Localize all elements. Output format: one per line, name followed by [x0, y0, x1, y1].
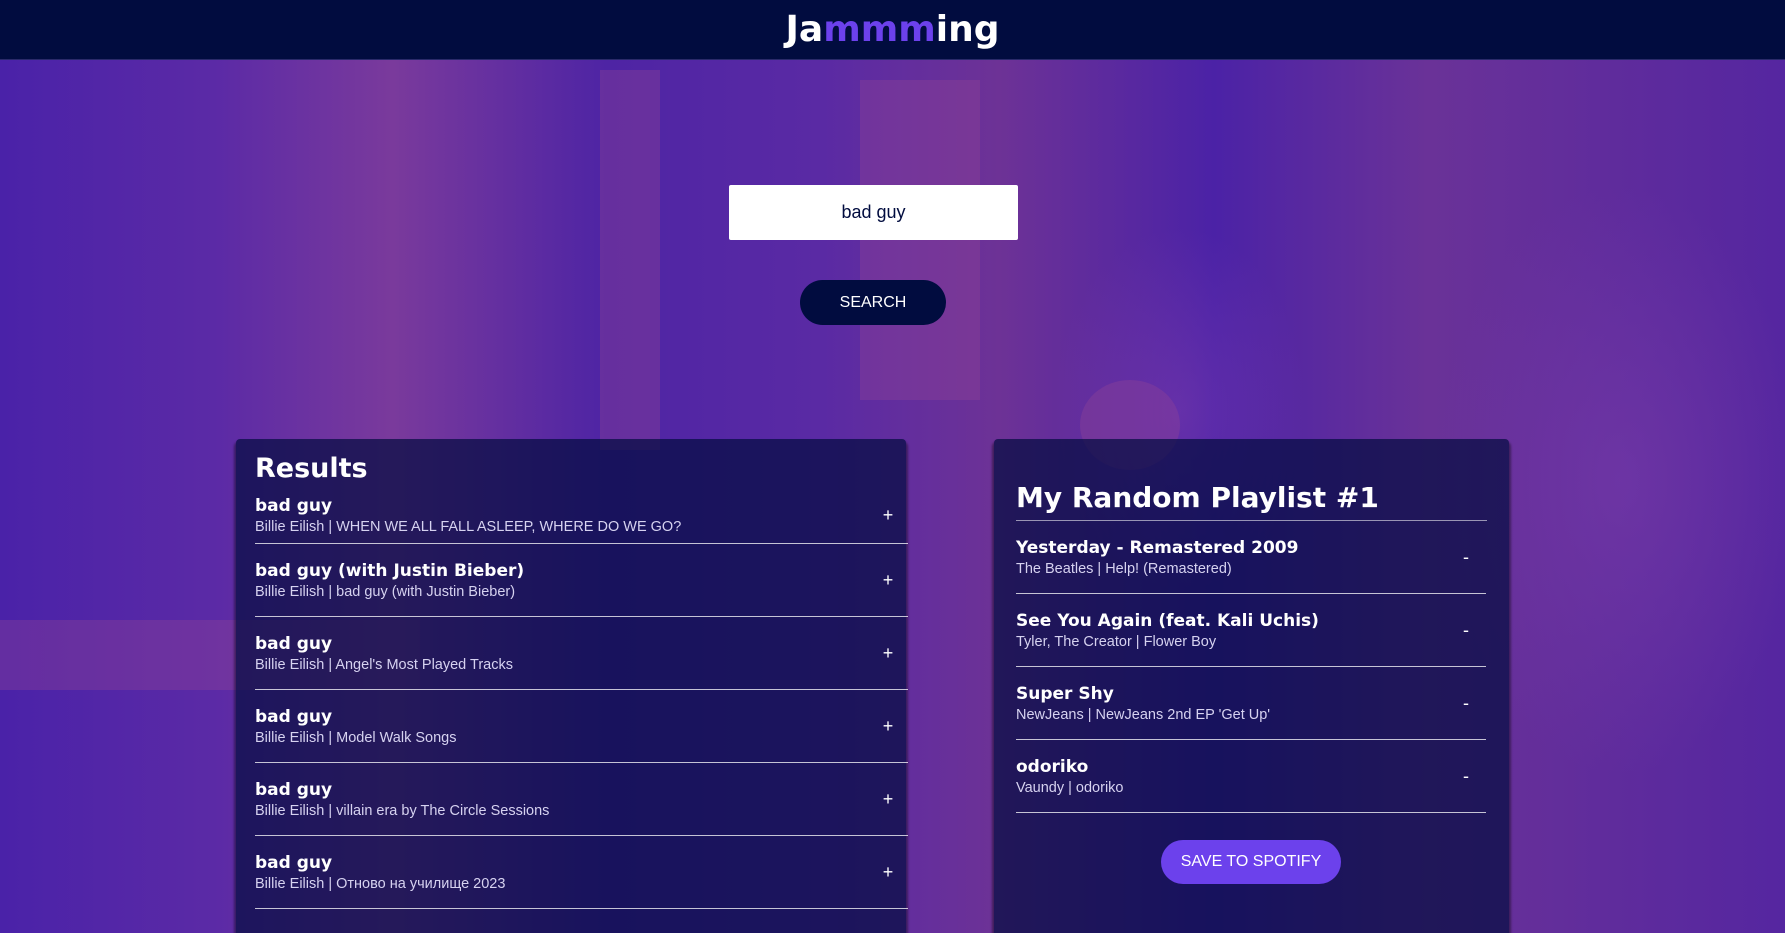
- track-name: Yesterday - Remastered 2009: [1016, 537, 1299, 558]
- minus-icon: -: [1463, 546, 1469, 567]
- background-stripe: [860, 80, 980, 400]
- plus-icon: +: [882, 642, 894, 663]
- track-row: bad guy Billie Eilish | Отново на училище…: [255, 836, 908, 909]
- search-button[interactable]: SEARCH: [800, 280, 946, 325]
- track-row: bad guy Billie Eilish | Angel's Most Play…: [255, 617, 908, 690]
- track-row: Super Shy NewJeans | NewJeans 2nd EP 'Get…: [1016, 667, 1486, 740]
- plus-icon: +: [882, 861, 894, 882]
- plus-track-button[interactable]: +: [870, 708, 906, 744]
- track-artist-album: NewJeans | NewJeans 2nd EP 'Get Up': [1016, 706, 1271, 723]
- track-info: bad guy (with Justin Bieber) Billie Eilis…: [255, 561, 524, 600]
- playlist-panel: My Random Playlist #1 Yesterday - Remast…: [994, 439, 1509, 933]
- track-artist-album: Vaundy | odoriko: [1016, 779, 1124, 796]
- minus-track-button[interactable]: -: [1448, 758, 1484, 794]
- plus-track-button[interactable]: +: [870, 498, 906, 534]
- plus-icon: +: [882, 715, 894, 736]
- save-to-spotify-button[interactable]: SAVE TO SPOTIFY: [1161, 840, 1341, 884]
- track-info: Yesterday - Remastered 2009 The Beatles |…: [1016, 538, 1298, 577]
- minus-icon: -: [1463, 619, 1469, 640]
- playlist-title[interactable]: My Random Playlist #1: [1016, 481, 1487, 521]
- track-info: bad guy Billie Eilish | villain era by Th…: [255, 780, 549, 819]
- minus-icon: -: [1463, 692, 1469, 713]
- minus-track-button[interactable]: -: [1448, 685, 1484, 721]
- track-info: See You Again (feat. Kali Uchis) Tyler, T…: [1016, 611, 1319, 650]
- track-info: bad guy Billie Eilish | Model Walk Songs: [255, 707, 456, 746]
- track-row: bad guy Billie Eilish | Model Walk Songs +: [255, 690, 908, 763]
- track-row: bad guy (with Justin Bieber) Billie Eilis…: [255, 544, 908, 617]
- track-artist-album: The Beatles | Help! (Remastered): [1016, 560, 1232, 577]
- track-info: bad guy Billie Eilish | Отново на училище…: [255, 853, 505, 892]
- track-info: bad guy Billie Eilish | WHEN WE ALL FALL …: [255, 496, 681, 535]
- results-title: Results: [255, 453, 368, 484]
- track-info: Super Shy NewJeans | NewJeans 2nd EP 'Get…: [1016, 684, 1270, 723]
- track-row: bad guy Billie Eilish | WHEN WE ALL FALL …: [255, 488, 908, 544]
- track-name: bad guy: [255, 779, 333, 800]
- background-stripe: [600, 70, 660, 450]
- track-artist-album: Billie Eilish | Model Walk Songs: [255, 729, 457, 746]
- track-name: Super Shy: [1016, 683, 1114, 704]
- logo-suffix: ing: [935, 9, 1000, 50]
- track-artist-album: Billie Eilish | WHEN WE ALL FALL ASLEEP,…: [255, 519, 682, 535]
- track-name: odoriko: [1016, 756, 1089, 777]
- track-name: bad guy (with Justin Bieber): [255, 560, 525, 581]
- minus-track-button[interactable]: -: [1448, 612, 1484, 648]
- track-artist-album: Billie Eilish | villain era by The Circl…: [255, 802, 550, 819]
- logo-prefix: Ja: [785, 9, 824, 50]
- plus-track-button[interactable]: +: [870, 854, 906, 890]
- track-name: bad guy: [255, 496, 333, 516]
- search-input[interactable]: [729, 185, 1018, 240]
- track-info: odoriko Vaundy | odoriko: [1016, 757, 1123, 796]
- plus-track-button[interactable]: +: [870, 635, 906, 671]
- track-name: bad guy: [255, 852, 333, 873]
- track-row: bad guy Billie Eilish | villain era by Th…: [255, 763, 908, 836]
- plus-icon: +: [882, 505, 894, 525]
- app-header: Jammming: [0, 0, 1785, 60]
- track-row: Yesterday - Remastered 2009 The Beatles |…: [1016, 521, 1486, 594]
- track-artist-album: Billie Eilish | bad guy (with Justin Bie…: [255, 583, 516, 600]
- plus-icon: +: [882, 788, 894, 809]
- track-artist-album: Billie Eilish | Angel's Most Played Trac…: [255, 656, 513, 673]
- playlist-track-list: Yesterday - Remastered 2009 The Beatles |…: [1016, 521, 1486, 813]
- track-artist-album: Billie Eilish | Отново на училище 2023: [255, 875, 506, 892]
- track-name: See You Again (feat. Kali Uchis): [1016, 610, 1319, 631]
- minus-track-button[interactable]: -: [1448, 539, 1484, 575]
- plus-track-button[interactable]: +: [870, 781, 906, 817]
- plus-icon: +: [882, 569, 894, 590]
- track-info: bad guy Billie Eilish | Angel's Most Play…: [255, 634, 513, 673]
- plus-track-button[interactable]: +: [870, 562, 906, 598]
- app-logo: Jammming: [786, 9, 1000, 50]
- track-artist-album: Tyler, The Creator | Flower Boy: [1016, 633, 1217, 650]
- results-panel: Results bad guy Billie Eilish | WHEN WE A…: [236, 439, 908, 933]
- logo-accent: mmm: [823, 9, 936, 50]
- track-row: See You Again (feat. Kali Uchis) Tyler, T…: [1016, 594, 1486, 667]
- minus-icon: -: [1463, 765, 1469, 786]
- track-name: bad guy: [255, 633, 333, 654]
- results-track-list: bad guy Billie Eilish | WHEN WE ALL FALL …: [255, 488, 908, 909]
- track-row: odoriko Vaundy | odoriko -: [1016, 740, 1486, 813]
- track-name: bad guy: [255, 706, 333, 727]
